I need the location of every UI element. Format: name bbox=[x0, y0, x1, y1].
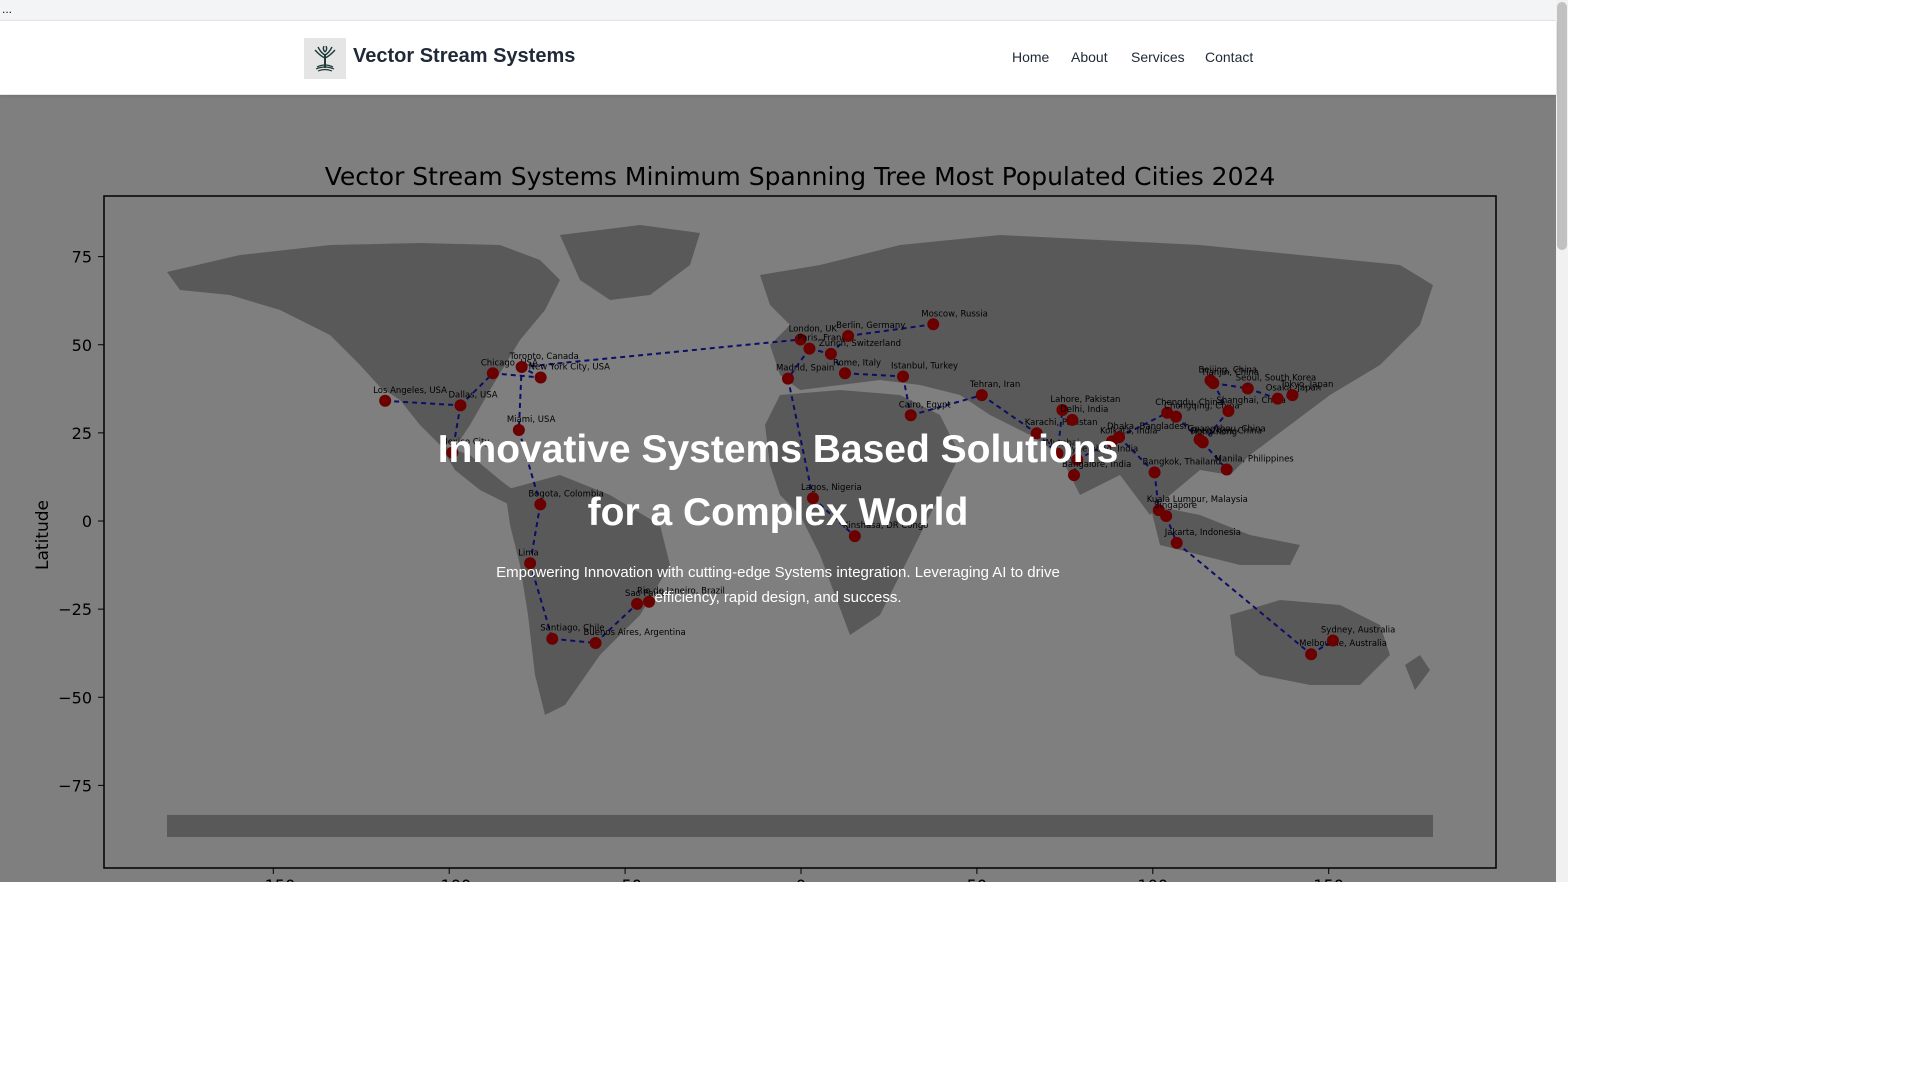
page-scroll-thumb[interactable] bbox=[1557, 2, 1567, 250]
hero-section: Vector Stream Systems Minimum Spanning T… bbox=[0, 95, 1556, 882]
status-text: ... bbox=[2, 2, 13, 16]
site-header: Vector Stream Systems Home About Service… bbox=[0, 21, 1556, 95]
nav-about[interactable]: About bbox=[1071, 49, 1108, 65]
hero-title-line1: Innovative Systems Based Solutions bbox=[437, 428, 1119, 471]
hero-subtitle: Empowering Innovation with cutting-edge … bbox=[496, 564, 1060, 606]
nav-contact[interactable]: Contact bbox=[1205, 49, 1253, 65]
brand-name[interactable]: Vector Stream Systems bbox=[353, 45, 575, 68]
browser-status-strip: ... bbox=[0, 0, 1568, 21]
hero-title-line2: for a Complex World bbox=[587, 491, 969, 534]
nav-home[interactable]: Home bbox=[1012, 49, 1049, 65]
logo-tree-icon[interactable] bbox=[304, 38, 346, 79]
nav-services[interactable]: Services bbox=[1131, 49, 1185, 65]
